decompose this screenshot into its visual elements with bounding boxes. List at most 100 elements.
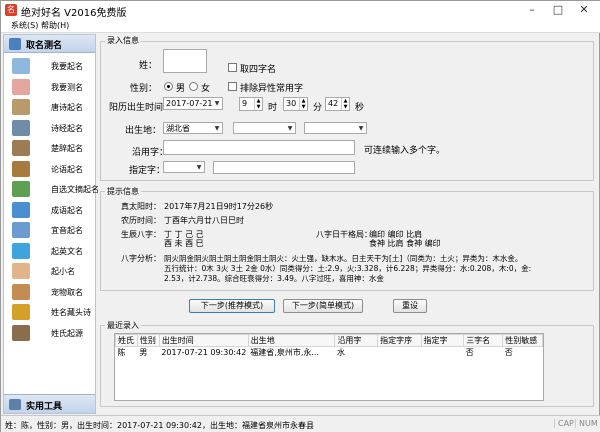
hint-group-title: 提示信息 [105, 186, 141, 197]
gender-male-radio[interactable] [164, 82, 173, 91]
sidebar-item-label: 我要起名 [51, 62, 83, 71]
menu-help[interactable]: 帮助(H) [41, 20, 69, 31]
province-select[interactable]: 湖北省 ▼ [163, 122, 223, 134]
analysis-label: 八字分析： [121, 254, 161, 263]
analysis-line-3: 2.53，计2.738。综合旺衰得分：3.49。八字过旺，喜用神：水金 [164, 274, 384, 283]
chevron-down-icon: ▼ [196, 164, 202, 171]
district-select[interactable]: ▼ [304, 122, 367, 134]
second-value: 42 [328, 99, 339, 108]
caps-indicator: CAP [554, 419, 574, 428]
sidebar-item-label: 宜音起名 [51, 226, 83, 235]
spin-arrows-icon[interactable]: ▲ ▼ [341, 98, 349, 110]
sidebar-item[interactable]: 起英文名 [12, 242, 96, 260]
spin-arrows-icon[interactable]: ▲ ▼ [299, 98, 307, 110]
bazi-label: 生辰八字： [121, 230, 161, 239]
sidebar-footer-label: 实用工具 [26, 402, 63, 412]
sidebar-item[interactable]: 自选文摘起名 [12, 180, 99, 198]
exclude-rare-checkbox[interactable] [228, 82, 237, 91]
table-header-row: 姓氏 性别 出生时间 出生地 沿用字 指定字序 指定字 三字名 性别敏感 [115, 334, 543, 347]
column-header[interactable]: 出生时间 [158, 334, 249, 347]
recent-table: 姓氏 性别 出生时间 出生地 沿用字 指定字序 指定字 三字名 性别敏感 陈 男 2017-07-2… [115, 334, 543, 359]
baby-icon [12, 78, 30, 95]
table-cell: 2017-07-21 09:30:42 [161, 348, 247, 358]
sidebar-header[interactable]: 取名测名 [4, 35, 95, 53]
sidebar-item[interactable]: 成语起名 [12, 201, 96, 219]
status-bar: 姓：陈，性别：男，出生时间：2017-07-21 09:30:42，出生地：福建… [1, 415, 600, 432]
next-recommended-button[interactable]: 下一步(推荐模式) [189, 299, 275, 313]
globe-icon [12, 242, 30, 259]
chevron-down-icon: ▼ [214, 125, 220, 132]
column-header[interactable]: 沿用字 [334, 334, 379, 347]
book-icon [12, 160, 30, 177]
true-solar-label: 真太阳时： [121, 202, 161, 211]
column-header[interactable]: 指定字序 [377, 334, 422, 347]
birth-date-value: 2017-07-21 [166, 99, 213, 108]
sidebar: 取名测名 我要起名我要测名唐诗起名诗经起名楚辞起名论语起名自选文摘起名 成语起名宜… [3, 34, 99, 414]
table-row[interactable]: 陈 男 2017-07-21 09:30:42 福建省,泉州市,永... 水 否 否 [116, 347, 543, 359]
hour-value: 9 [242, 99, 248, 108]
document-icon [12, 181, 30, 197]
pet-icon [12, 283, 30, 300]
specified-char-input[interactable] [213, 161, 355, 174]
spin-arrows-icon[interactable]: ▲ ▼ [254, 98, 262, 110]
second-stepper[interactable]: 42 ▲ ▼ [325, 97, 350, 111]
gender-label: 性别： [130, 84, 158, 94]
table-cell: 否 [504, 348, 513, 358]
book-icon [12, 140, 30, 156]
sidebar-item[interactable]: 宜音起名 [12, 221, 96, 239]
true-solar-value: 2017年7月21日9时17分26秒 [164, 202, 274, 211]
specified-pos-select[interactable]: ▼ [163, 161, 205, 173]
sidebar-item-label: 诗经起名 [51, 123, 83, 133]
sidebar-item-label: 我要测名 [51, 82, 83, 92]
sidebar-item[interactable]: 我要起名 [12, 57, 96, 75]
sidebar-item[interactable]: 唐诗起名 [12, 98, 96, 116]
recent-table-container[interactable]: 姓氏 性别 出生时间 出生地 沿用字 指定字序 指定字 三字名 性别敏感 陈 男 2017-07-2… [114, 333, 544, 401]
sidebar-item[interactable]: 我要测名 [12, 78, 96, 96]
sidebar-item[interactable]: 宠物取名 [12, 283, 96, 301]
four-char-checkbox[interactable] [228, 63, 237, 72]
title-bar: 名 绝对好名 V2016免费版 – □ ✕ [1, 1, 600, 19]
sidebar-item-label: 起英文名 [51, 246, 83, 256]
birth-date-picker[interactable]: 2017-07-21 ▼ [163, 97, 223, 110]
chevron-down-icon: ▼ [287, 125, 293, 132]
minute-stepper[interactable]: 30 ▲ ▼ [283, 97, 308, 111]
surname-input[interactable] [163, 49, 207, 73]
sidebar-item-label: 楚辞起名 [51, 144, 83, 153]
app-icon: 名 [5, 4, 17, 16]
user-icon [12, 222, 30, 238]
name-icon [9, 38, 21, 50]
city-select[interactable]: ▼ [233, 122, 296, 134]
sidebar-item[interactable]: 楚辞起名 [12, 139, 96, 157]
sidebar-item[interactable]: 姓名藏头诗 [12, 303, 96, 321]
used-char-input[interactable] [163, 140, 355, 155]
hour-stepper[interactable]: 9 ▲ ▼ [239, 97, 263, 111]
minimize-button[interactable]: – [519, 1, 545, 19]
recent-group-title: 最近录入 [105, 320, 141, 331]
maximize-button[interactable]: □ [545, 1, 571, 19]
hour-unit: 时 [268, 103, 278, 113]
poem-icon [12, 304, 30, 320]
sidebar-item[interactable]: 诗经起名 [12, 119, 96, 137]
column-header[interactable]: 三字名 [463, 334, 504, 347]
column-header[interactable]: 指定字 [420, 334, 465, 347]
window-title: 绝对好名 V2016免费版 [21, 8, 127, 19]
sidebar-item[interactable]: 起小名 [12, 262, 96, 280]
menu-system[interactable]: 系统(S) [11, 20, 38, 31]
next-simple-button[interactable]: 下一步(简单模式) [283, 299, 363, 313]
sidebar-item-label: 起小名 [51, 267, 75, 276]
column-header[interactable]: 出生地 [247, 334, 336, 347]
sidebar-item[interactable]: 姓氏起源 [12, 324, 96, 342]
sidebar-item[interactable]: 论语起名 [12, 160, 96, 178]
close-button[interactable]: ✕ [571, 1, 597, 19]
gender-female-radio[interactable] [189, 82, 198, 91]
column-header[interactable]: 性别 [136, 334, 160, 347]
sidebar-item-label: 唐诗起名 [51, 103, 83, 112]
used-char-hint: 可连续输入多个字。 [364, 146, 446, 156]
reset-button[interactable]: 重设 [393, 299, 427, 313]
sidebar-footer-tools[interactable]: 实用工具 [4, 394, 95, 413]
column-header[interactable]: 性别敏感 [502, 334, 543, 347]
sidebar-item-label: 宠物取名 [51, 287, 83, 297]
status-text: 姓：陈，性别：男，出生时间：2017-07-21 09:30:42，出生地：福建… [5, 421, 314, 430]
column-header[interactable]: 姓氏 [115, 334, 138, 347]
app-window: 名 绝对好名 V2016免费版 – □ ✕ 系统(S) 帮助(H) 取名测名 我… [0, 0, 600, 432]
